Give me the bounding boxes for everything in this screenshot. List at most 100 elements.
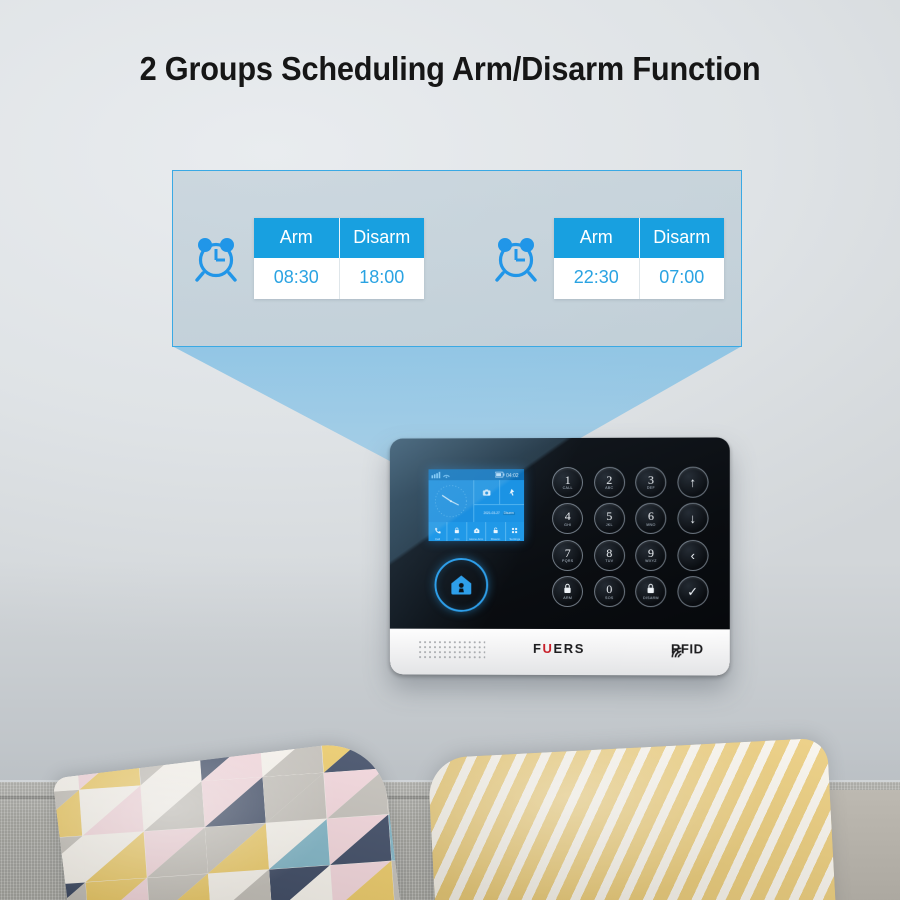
column-header: Disarm	[339, 218, 424, 258]
key-1[interactable]: 1 CALL	[547, 464, 589, 501]
lcd-status-bar: 04:02	[428, 469, 525, 481]
key-8-circle[interactable]: 8 TUV	[593, 539, 625, 571]
key-5-number: 5	[606, 509, 613, 524]
key-down-glyph-icon: ↓	[689, 511, 696, 527]
rfid-logo: RFID	[671, 641, 704, 656]
home-arm-button[interactable]	[434, 557, 489, 612]
key-5[interactable]: 5 JKL	[589, 500, 631, 537]
lcd-button-lock-closed[interactable]: Arm	[447, 521, 468, 542]
key-arm-number	[563, 583, 572, 596]
key-0-circle[interactable]: 0 SOS	[593, 576, 625, 608]
key-1-circle[interactable]: 1 CALL	[552, 466, 584, 498]
key-back[interactable]: ‹	[672, 537, 714, 574]
schedule-time-value: 08:30	[254, 258, 340, 299]
brand-f: F	[532, 640, 543, 656]
key-4-circle[interactable]: 4 GHI	[552, 503, 584, 535]
key-2-circle[interactable]: 2 ABC	[593, 466, 625, 498]
device-keypad[interactable]: 1 CALL 2 ABC 3 DEF ↑ 4 GHI 5 JKL 6 MNO ↓ 7 PQRS 8 TUV 9 WXY…	[547, 464, 714, 611]
house-lock-icon	[451, 575, 472, 595]
key-0[interactable]: 0 SOS	[589, 574, 631, 611]
key-2-sublabel: ABC	[605, 486, 614, 491]
key-back-circle[interactable]: ‹	[677, 539, 709, 571]
schedule-time-value: 07:00	[639, 258, 724, 299]
key-down[interactable]: ↓	[672, 500, 714, 537]
key-3-number: 3	[647, 472, 654, 487]
key-disarm[interactable]: DISARM	[630, 574, 672, 611]
key-9-number: 9	[647, 545, 654, 560]
key-5-circle[interactable]: 5 JKL	[593, 503, 625, 535]
lock-closed-icon	[564, 583, 571, 593]
rfid-wave-icon	[669, 645, 685, 659]
key-disarm-sublabel: DISARM	[643, 596, 659, 601]
table-header-row: Arm Disarm	[254, 218, 424, 258]
key-4[interactable]: 4 GHI	[547, 500, 589, 537]
pillow-triangle-pair	[208, 869, 272, 900]
table-row: 08:30 18:00	[254, 258, 424, 299]
table-row: 22:30 07:00	[554, 258, 724, 299]
alarm-panel-device: 04:02 2021-03-27 Disarm Call Arm Home Ar…	[389, 437, 730, 676]
key-2[interactable]: 2 ABC	[589, 464, 631, 501]
key-3-circle[interactable]: 3 DEF	[635, 466, 667, 498]
key-back-glyph-icon: ‹	[690, 547, 695, 563]
key-0-number: 0	[606, 582, 613, 597]
key-enter[interactable]: ✓	[672, 574, 714, 611]
analog-clock-icon	[429, 480, 474, 522]
key-down-circle[interactable]: ↓	[677, 503, 709, 535]
key-arm-circle[interactable]: ARM	[552, 576, 584, 608]
location-icon	[510, 489, 516, 496]
lcd-button-grid-apps[interactable]: Settings	[505, 522, 525, 542]
chevron-pattern-pillow	[427, 737, 837, 900]
schedule-time-value: 22:30	[554, 258, 640, 299]
key-up[interactable]: ↑	[672, 464, 714, 501]
camera-icon	[482, 489, 491, 496]
device-base-strip: FUERS RFID	[389, 628, 730, 676]
lcd-button-label: Arm	[454, 538, 460, 542]
lock-closed-icon	[453, 521, 460, 539]
pillow-triangle-pair	[141, 781, 205, 831]
key-6[interactable]: 6 MNO	[630, 500, 672, 537]
schedule-groups: Arm Disarm 08:30 18:00 Arm Disarm 22:30 07:00	[173, 171, 741, 346]
pillow-triangle-pair	[144, 827, 208, 877]
pillow-triangle-pair	[269, 864, 333, 900]
key-9[interactable]: 9 WXYZ	[630, 537, 672, 574]
key-8-sublabel: TUV	[605, 559, 614, 564]
key-8[interactable]: 8 TUV	[589, 537, 631, 574]
pillow-triangle-pair	[331, 860, 395, 900]
key-7-circle[interactable]: 7 PQRS	[552, 539, 584, 571]
key-enter-circle[interactable]: ✓	[677, 576, 709, 608]
lcd-clock-face	[428, 480, 475, 523]
key-9-circle[interactable]: 9 WXYZ	[635, 539, 667, 571]
lcd-button-lock-open[interactable]: Disarm	[486, 522, 506, 542]
key-4-sublabel: GHI	[564, 522, 572, 527]
lcd-button-label: Disarm	[490, 538, 501, 542]
key-2-number: 2	[606, 472, 613, 487]
key-6-circle[interactable]: 6 MNO	[635, 503, 667, 535]
pillow-triangle-pair	[321, 739, 385, 773]
battery-time-icon: 04:02	[495, 472, 519, 479]
key-3[interactable]: 3 DEF	[630, 464, 672, 501]
key-arm[interactable]: ARM	[547, 573, 589, 610]
key-6-number: 6	[647, 509, 654, 524]
alarm-clock-icon	[495, 237, 537, 282]
schedule-time-value: 18:00	[339, 258, 424, 299]
key-9-sublabel: WXYZ	[645, 559, 657, 564]
lock-open-icon	[646, 583, 655, 593]
lcd-date-text: 2021-03-27	[483, 511, 500, 516]
lcd-date-row: 2021-03-27 Disarm	[474, 505, 525, 523]
key-arm-sublabel: ARM	[563, 596, 573, 601]
key-disarm-circle[interactable]: DISARM	[635, 576, 667, 608]
schedule-group-2: Arm Disarm 22:30 07:00	[490, 218, 724, 299]
pillow-shading	[427, 737, 837, 900]
key-enter-glyph-icon: ✓	[687, 584, 699, 600]
lcd-button-home-arm[interactable]: Home Arm	[467, 522, 487, 541]
key-up-circle[interactable]: ↑	[677, 466, 709, 498]
lcd-button-phone[interactable]: Call	[428, 522, 448, 542]
key-1-sublabel: CALL	[562, 486, 573, 491]
column-header: Arm	[554, 218, 640, 258]
pillow-triangle-pair	[147, 873, 211, 900]
key-7[interactable]: 7 PQRS	[547, 537, 589, 574]
key-0-sublabel: SOS	[605, 595, 614, 600]
pillow-triangle-pair	[205, 823, 269, 873]
column-header: Disarm	[639, 218, 724, 258]
lcd-button-label: Settings	[509, 538, 521, 542]
